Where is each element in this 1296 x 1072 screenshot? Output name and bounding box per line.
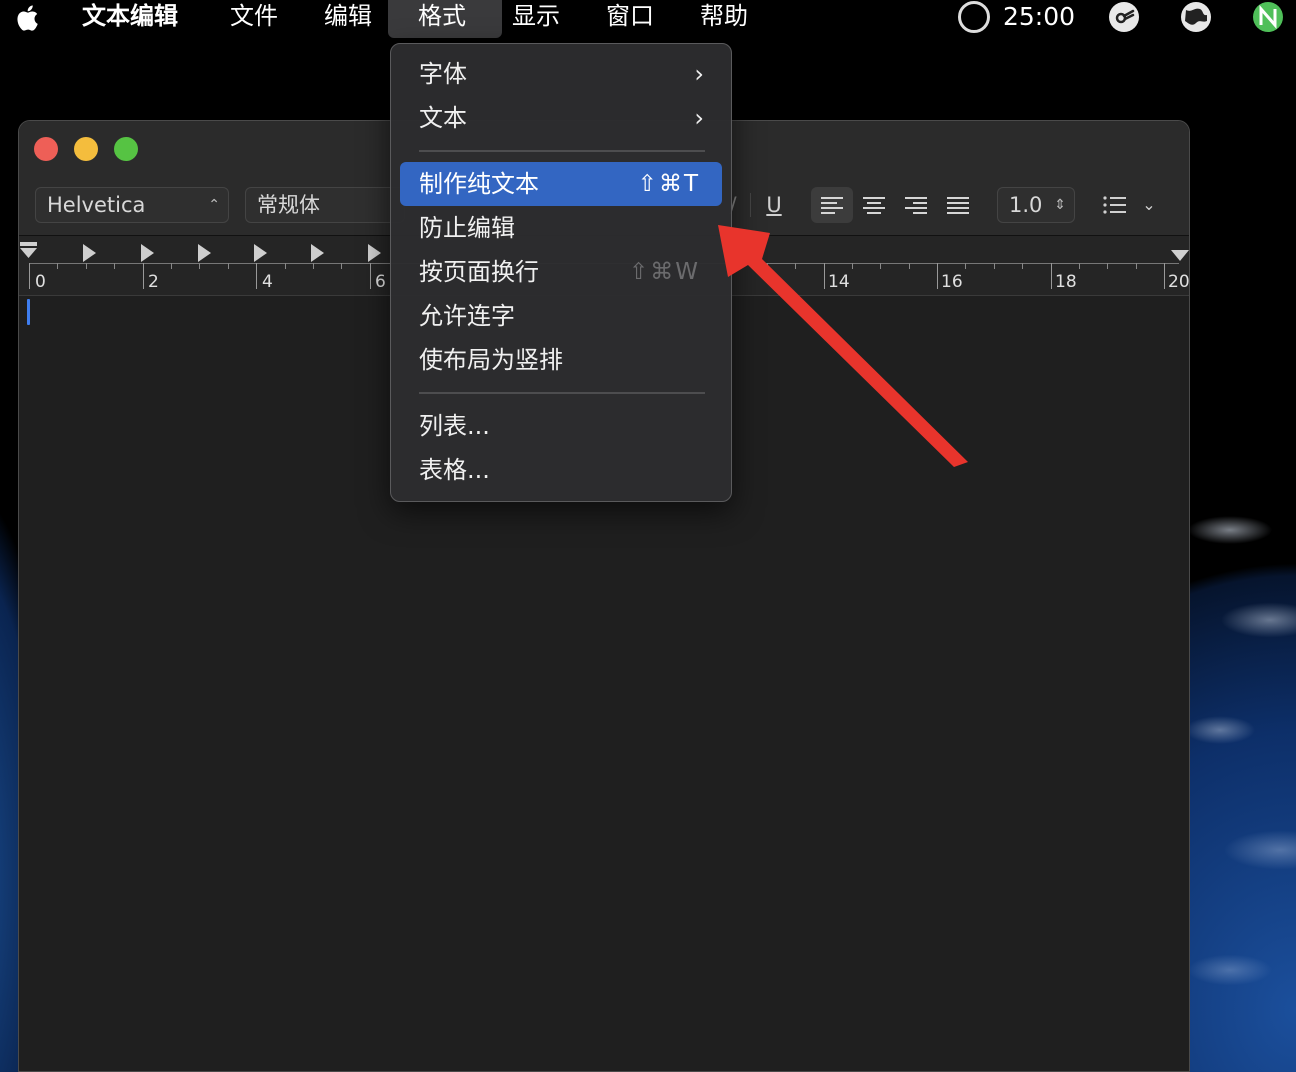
maximize-button[interactable]	[114, 137, 138, 161]
menu-item-font[interactable]: 字体 ›	[400, 52, 722, 96]
globe-icon[interactable]	[1180, 1, 1212, 33]
updown-chevron-icon: ⌃	[208, 197, 220, 213]
ruler-major-tick	[1164, 263, 1165, 289]
shortcut-label: ⇧⌘W	[628, 259, 700, 285]
menu-format[interactable]: 格式	[388, 0, 502, 38]
chevron-down-icon[interactable]: ⌄	[1137, 187, 1161, 223]
toolbar-divider	[750, 193, 751, 217]
menu-window[interactable]: 窗口	[596, 0, 664, 38]
format-menu-dropdown: 字体 › 文本 › 制作纯文本 ⇧⌘T 防止编辑 按页面换行 ⇧⌘W 允许连字 …	[390, 43, 732, 502]
timer-text[interactable]: 25:00	[1003, 0, 1075, 34]
menu-bar: 文本编辑 文件 编辑 格式 显示 窗口 帮助 25:00	[0, 0, 1296, 38]
chevron-right-icon: ›	[694, 104, 704, 132]
tab-stop[interactable]	[198, 244, 211, 262]
menu-item-label: 制作纯文本	[419, 170, 539, 198]
ruler-label: 20	[1168, 272, 1190, 292]
ruler-label: 4	[262, 272, 273, 292]
n-app-icon[interactable]	[1252, 1, 1284, 33]
menu-help[interactable]: 帮助	[690, 0, 758, 38]
menu-item-label: 列表...	[419, 412, 490, 440]
ruler-tick	[313, 263, 314, 269]
close-button[interactable]	[34, 137, 58, 161]
menu-item-text[interactable]: 文本 ›	[400, 96, 722, 140]
line-spacing-select[interactable]: 1.0 ⇕	[997, 187, 1075, 223]
font-style-value: 常规体	[257, 193, 320, 217]
ruler-tick	[57, 263, 58, 269]
align-left-icon	[821, 197, 843, 215]
tab-stop[interactable]	[141, 244, 154, 262]
menu-item-label: 字体	[419, 60, 467, 88]
menu-item-label: 文本	[419, 104, 467, 132]
apple-icon[interactable]	[14, 3, 42, 33]
menu-item-table[interactable]: 表格...	[400, 448, 722, 492]
ruler-major-tick	[143, 263, 144, 289]
menu-item-label: 允许连字	[419, 302, 515, 330]
tab-stop[interactable]	[311, 244, 324, 262]
menu-item-wrap-to-page[interactable]: 按页面换行 ⇧⌘W	[400, 250, 722, 294]
ruler-major-tick	[370, 263, 371, 289]
tab-stop[interactable]	[368, 244, 381, 262]
menu-separator	[419, 392, 705, 394]
ruler-major-tick	[256, 263, 257, 289]
list-button[interactable]	[1099, 187, 1129, 223]
menu-item-prevent-editing[interactable]: 防止编辑	[400, 206, 722, 250]
menu-item-label: 使布局为竖排	[419, 346, 563, 374]
ruler-label: 2	[148, 272, 159, 292]
chevron-right-icon: ›	[694, 60, 704, 88]
ruler-major-tick	[1051, 263, 1052, 289]
menu-item-label: 表格...	[419, 456, 490, 484]
annotation-arrow-icon	[718, 225, 968, 467]
menu-item-label: 按页面换行	[419, 258, 539, 286]
status-app-icon[interactable]	[1108, 1, 1140, 33]
tab-stop[interactable]	[254, 244, 267, 262]
wallpaper-clouds	[1190, 470, 1296, 1070]
list-icon	[1103, 196, 1126, 214]
shortcut-label: ⇧⌘T	[637, 171, 700, 197]
ruler-tick	[114, 263, 115, 269]
font-style-select[interactable]: 常规体	[245, 187, 405, 223]
menu-item-make-plain-text[interactable]: 制作纯文本 ⇧⌘T	[400, 162, 722, 206]
ruler-tick	[994, 263, 995, 269]
ruler-label: 6	[375, 272, 386, 292]
updown-chevron-icon: ⇕	[1054, 197, 1066, 213]
ruler-tick	[285, 263, 286, 269]
ruler-tick	[1107, 263, 1108, 269]
menu-app-name[interactable]: 文本编辑	[72, 0, 188, 38]
menu-separator	[419, 150, 705, 152]
line-spacing-value: 1.0	[1009, 193, 1043, 217]
menu-item-label: 防止编辑	[419, 214, 515, 242]
menu-item-list[interactable]: 列表...	[400, 404, 722, 448]
menu-edit[interactable]: 编辑	[314, 0, 382, 38]
menu-item-vertical-layout[interactable]: 使布局为竖排	[400, 338, 722, 382]
menu-file[interactable]: 文件	[220, 0, 288, 38]
menu-item-allow-ligatures[interactable]: 允许连字	[400, 294, 722, 338]
ruler-tick	[1136, 263, 1137, 269]
indent-marker-icon[interactable]	[19, 242, 39, 258]
ruler-tick	[228, 263, 229, 269]
ruler-label: 18	[1055, 272, 1077, 292]
justify-icon	[947, 197, 969, 215]
tab-stop[interactable]	[83, 244, 96, 262]
ruler-tick	[171, 263, 172, 269]
menu-view[interactable]: 显示	[502, 0, 570, 38]
right-margin-marker[interactable]	[1171, 250, 1189, 261]
align-right-icon	[905, 197, 927, 215]
timer-icon[interactable]	[958, 1, 990, 33]
font-family-select[interactable]: Helvetica ⌃	[35, 187, 229, 223]
ruler-tick	[86, 263, 87, 269]
ruler-label: 0	[35, 272, 46, 292]
ruler-major-tick	[29, 263, 30, 289]
ruler-tick	[1022, 263, 1023, 269]
align-center-icon	[863, 197, 885, 215]
ruler-tick	[199, 263, 200, 269]
minimize-button[interactable]	[74, 137, 98, 161]
ruler-tick	[1079, 263, 1080, 269]
font-family-value: Helvetica	[47, 193, 146, 217]
ruler-tick	[341, 263, 342, 269]
